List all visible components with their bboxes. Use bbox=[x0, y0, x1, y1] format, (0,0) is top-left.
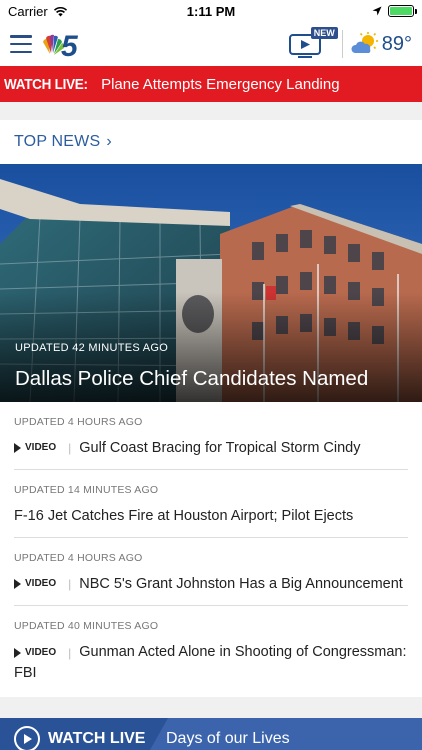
top-news-header[interactable]: TOP NEWS › bbox=[0, 120, 422, 164]
video-tag: VIDEO bbox=[14, 438, 56, 458]
wifi-icon bbox=[53, 6, 67, 16]
story-headline: F-16 Jet Catches Fire at Houston Airport… bbox=[14, 508, 354, 525]
video-tag: VIDEO bbox=[14, 574, 56, 594]
live-tv-button[interactable]: NEW bbox=[288, 27, 338, 59]
header-divider bbox=[341, 30, 343, 58]
watch-live-headline: Plane Attempts Emergency Landing bbox=[101, 75, 340, 93]
hero-story[interactable]: UPDATED 42 MINUTES AGO Dallas Police Chi… bbox=[0, 164, 422, 402]
story-updated: UPDATED 4 HOURS AGO bbox=[14, 416, 143, 428]
watch-live-button[interactable]: WATCH LIVE bbox=[0, 718, 150, 750]
temperature: 89° bbox=[381, 32, 412, 55]
battery-icon bbox=[388, 5, 417, 17]
watch-live-banner[interactable]: WATCH LIVE: Plane Attempts Emergency Lan… bbox=[0, 66, 422, 102]
hero-headline: Dallas Police Chief Candidates Named bbox=[15, 367, 369, 390]
battery-fill bbox=[390, 7, 412, 15]
status-bar: Carrier 1:11 PM bbox=[0, 0, 422, 22]
story-updated: UPDATED 14 MINUTES AGO bbox=[14, 484, 159, 497]
separator: | bbox=[68, 645, 72, 660]
location-arrow-icon bbox=[372, 6, 382, 16]
svg-text:5: 5 bbox=[61, 30, 79, 60]
play-icon bbox=[14, 579, 21, 590]
video-tag: VIDEO bbox=[14, 643, 56, 663]
story-item[interactable]: UPDATED 14 MINUTES AGO F-16 Jet Catches … bbox=[0, 470, 422, 539]
now-playing-show[interactable]: Days of our Lives bbox=[150, 718, 422, 750]
nbc-peacock-icon: 5 bbox=[43, 30, 79, 60]
app-header: 5 NEW 89° bbox=[0, 22, 422, 66]
story-headline: Gulf Coast Bracing for Tropical Storm Ci… bbox=[79, 440, 361, 456]
story-item[interactable]: UPDATED 4 HOURS AGO VIDEO | Gulf Coast Bra… bbox=[0, 402, 422, 471]
bottom-live-bar: WATCH LIVE Days of our Lives bbox=[0, 718, 422, 750]
watch-live-label: WATCH LIVE bbox=[48, 730, 146, 747]
play-icon bbox=[14, 647, 21, 658]
story-updated: UPDATED 4 HOURS AGO bbox=[14, 552, 143, 565]
carrier-label: Carrier bbox=[8, 3, 48, 19]
story-item[interactable]: UPDATED 4 HOURS AGO VIDEO | NBC 5's Grant … bbox=[0, 538, 422, 607]
top-news-title: TOP NEWS bbox=[14, 133, 101, 150]
story-headline: NBC 5's Grant Johnston Has a Big Announc… bbox=[79, 576, 403, 593]
weather-button[interactable]: 89° bbox=[351, 32, 412, 56]
story-headline: Gunman Acted Alone in Shooting of Congre… bbox=[14, 644, 407, 681]
watch-live-tag: WATCH LIVE: bbox=[4, 75, 88, 93]
nbc5-logo[interactable]: 5 bbox=[40, 28, 86, 60]
partly-sunny-icon bbox=[351, 32, 378, 53]
top-news-card: TOP NEWS › UPDATED 42 MINUTES AGO Dallas… bbox=[0, 120, 422, 697]
hero-updated: UPDATED 42 MINUTES AGO bbox=[15, 342, 169, 354]
story-updated: UPDATED 40 MINUTES AGO bbox=[14, 620, 159, 633]
chevron-right-icon: › bbox=[106, 133, 112, 150]
new-badge: NEW bbox=[310, 27, 338, 39]
story-item[interactable]: UPDATED 40 MINUTES AGO VIDEO | Gunman Acte… bbox=[0, 606, 422, 696]
now-playing-label: Days of our Lives bbox=[166, 730, 290, 747]
play-icon bbox=[14, 443, 21, 454]
separator: | bbox=[68, 441, 72, 456]
play-circle-icon bbox=[14, 726, 40, 750]
hamburger-menu-icon[interactable] bbox=[10, 35, 32, 53]
separator: | bbox=[68, 577, 72, 592]
